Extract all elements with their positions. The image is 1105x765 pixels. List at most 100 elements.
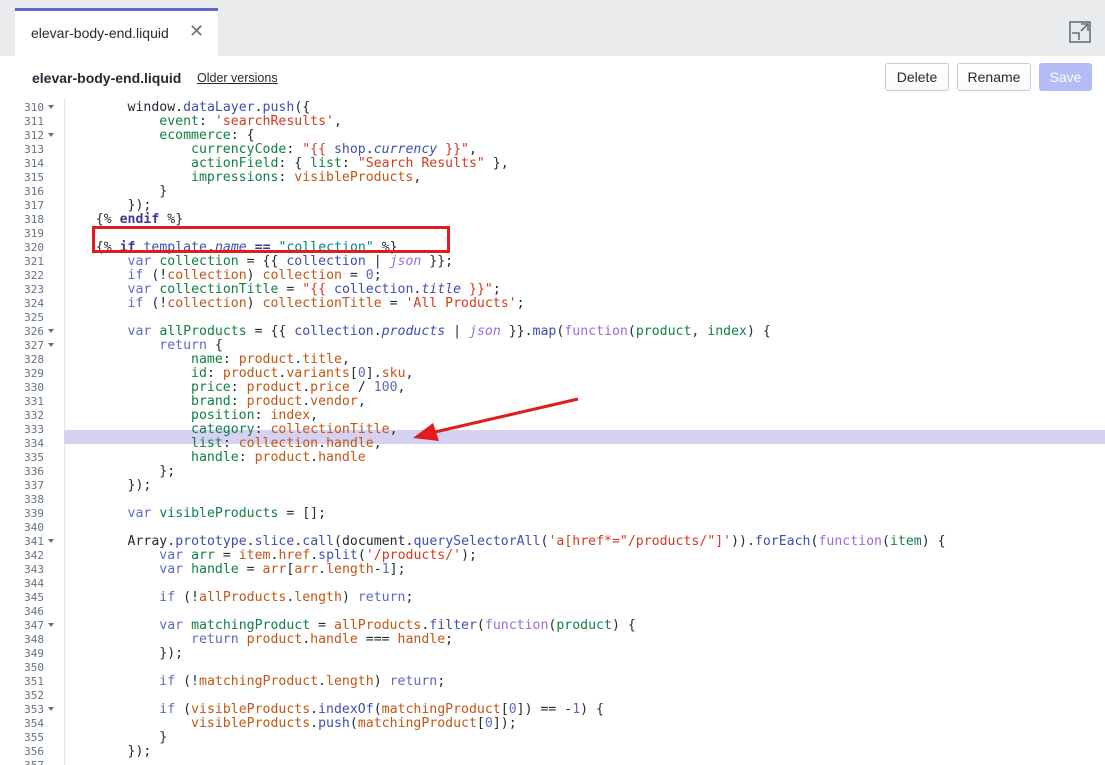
expand-icon[interactable] — [1068, 20, 1092, 44]
code-line[interactable]: 313 currencyCode: "{{ shop.currency }}", — [0, 143, 1105, 157]
fold-icon[interactable] — [48, 707, 54, 711]
code-text: } — [64, 730, 168, 745]
code-text: if (visibleProducts.indexOf(matchingProd… — [159, 702, 604, 717]
code-line[interactable]: 325 — [0, 311, 1105, 325]
code-line[interactable]: 351 if (!matchingProduct.length) return; — [0, 675, 1105, 689]
code-text: }; — [64, 464, 176, 479]
code-text: return { — [159, 338, 223, 353]
line-number: 337 — [24, 479, 44, 492]
code-line[interactable]: 335 handle: product.handle — [0, 451, 1105, 465]
code-line[interactable]: 356 }); — [0, 745, 1105, 759]
line-number: 344 — [24, 577, 44, 590]
code-line[interactable]: 350 — [0, 661, 1105, 675]
code-line[interactable]: 340 — [0, 521, 1105, 535]
close-icon[interactable]: ✕ — [189, 22, 204, 40]
fold-icon[interactable] — [48, 623, 54, 627]
code-line[interactable]: 316 } — [0, 185, 1105, 199]
annotation-box — [92, 226, 450, 253]
code-text: price: product.price / 100, — [191, 380, 406, 395]
code-line[interactable]: 346 — [0, 605, 1105, 619]
code-text: }); — [64, 478, 152, 493]
code-line[interactable]: 312 ecommerce: { — [0, 129, 1105, 143]
line-number: 356 — [24, 745, 44, 758]
code-line[interactable]: 347 var matchingProduct = allProducts.fi… — [0, 619, 1105, 633]
code-line[interactable]: 337 }); — [0, 479, 1105, 493]
code-text: id: product.variants[0].sku, — [191, 366, 414, 381]
code-line[interactable]: 357 — [0, 759, 1105, 765]
fold-icon[interactable] — [48, 105, 54, 109]
code-line[interactable]: 349 }); — [0, 647, 1105, 661]
line-number: 345 — [24, 591, 44, 604]
code-line[interactable]: 353 if (visibleProducts.indexOf(matching… — [0, 703, 1105, 717]
code-line[interactable]: 343 var handle = arr[arr.length-1]; — [0, 563, 1105, 577]
code-line[interactable]: 326 var allProducts = {{ collection.prod… — [0, 325, 1105, 339]
code-line[interactable]: 354 visibleProducts.push(matchingProduct… — [0, 717, 1105, 731]
code-line[interactable]: 342 var arr = item.href.split('/products… — [0, 549, 1105, 563]
fold-icon[interactable] — [48, 133, 54, 137]
code-line[interactable]: 322 if (!collection) collection = 0; — [0, 269, 1105, 283]
code-line[interactable]: 336 }; — [0, 465, 1105, 479]
line-number: 315 — [24, 171, 44, 184]
code-line[interactable]: 317 }); — [0, 199, 1105, 213]
code-line[interactable]: 355 } — [0, 731, 1105, 745]
code-line[interactable]: 324 if (!collection) collectionTitle = '… — [0, 297, 1105, 311]
code-line[interactable]: 329 id: product.variants[0].sku, — [0, 367, 1105, 381]
code-text: var allProducts = {{ collection.products… — [127, 324, 771, 339]
code-line[interactable]: 345 if (!allProducts.length) return; — [0, 591, 1105, 605]
code-line[interactable]: 348 return product.handle === handle; — [0, 633, 1105, 647]
line-number: 341 — [24, 535, 44, 548]
code-text: category: collectionTitle, — [191, 422, 398, 437]
tab-elevar-body-end[interactable]: elevar-body-end.liquid ✕ — [15, 8, 218, 56]
code-text: visibleProducts.push(matchingProduct[0])… — [191, 716, 517, 731]
code-line[interactable]: 338 — [0, 493, 1105, 507]
rename-button[interactable]: Rename — [957, 63, 1031, 91]
code-text: var visibleProducts = []; — [127, 506, 327, 521]
code-line[interactable]: 328 name: product.title, — [0, 353, 1105, 367]
code-text: {% endif %} — [95, 212, 184, 227]
line-number: 311 — [24, 115, 44, 128]
code-line[interactable]: 352 — [0, 689, 1105, 703]
code-line[interactable]: 327 return { — [0, 339, 1105, 353]
line-number: 339 — [24, 507, 44, 520]
code-text: var collection = {{ collection | json }}… — [127, 254, 454, 269]
code-text: if (!matchingProduct.length) return; — [159, 674, 446, 689]
code-line[interactable]: 315 impressions: visibleProducts, — [0, 171, 1105, 185]
fold-icon[interactable] — [48, 539, 54, 543]
line-number: 352 — [24, 689, 44, 702]
line-number: 330 — [24, 381, 44, 394]
code-text: ecommerce: { — [159, 128, 255, 143]
code-line[interactable]: 318 {% endif %} — [0, 213, 1105, 227]
line-number: 316 — [24, 185, 44, 198]
code-line[interactable]: 321 var collection = {{ collection | jso… — [0, 255, 1105, 269]
code-text: }); — [64, 198, 152, 213]
code-line[interactable]: 341 Array.prototype.slice.call(document.… — [0, 535, 1105, 549]
line-number: 323 — [24, 283, 44, 296]
code-line[interactable]: 323 var collectionTitle = "{{ collection… — [0, 283, 1105, 297]
line-number: 314 — [24, 157, 44, 170]
code-text: var matchingProduct = allProducts.filter… — [159, 618, 636, 633]
line-number: 313 — [24, 143, 44, 156]
delete-button[interactable]: Delete — [885, 63, 949, 91]
code-line[interactable]: 310 window.dataLayer.push({ — [0, 101, 1105, 115]
code-line[interactable]: 344 — [0, 577, 1105, 591]
older-versions-link[interactable]: Older versions — [197, 71, 278, 85]
fold-icon[interactable] — [48, 329, 54, 333]
code-text: Array.prototype.slice.call(document.quer… — [127, 534, 946, 549]
code-line[interactable]: 314 actionField: { list: "Search Results… — [0, 157, 1105, 171]
line-number: 327 — [24, 339, 44, 352]
code-line[interactable]: 311 event: 'searchResults', — [0, 115, 1105, 129]
code-line[interactable]: 339 var visibleProducts = []; — [0, 507, 1105, 521]
line-number: 333 — [24, 423, 44, 436]
line-number: 324 — [24, 297, 44, 310]
code-text: handle: product.handle — [191, 450, 366, 465]
fold-icon[interactable] — [48, 343, 54, 347]
code-text: position: index, — [191, 408, 319, 423]
code-text: actionField: { list: "Search Results" }, — [191, 156, 509, 171]
save-button[interactable]: Save — [1039, 63, 1092, 91]
line-number: 334 — [24, 437, 44, 450]
code-text: var arr = item.href.split('/products/'); — [159, 548, 477, 563]
line-number: 348 — [24, 633, 44, 646]
code-text: if (!collection) collection = 0; — [127, 268, 382, 283]
code-editor[interactable]: 310 window.dataLayer.push({311 event: 's… — [0, 98, 1105, 765]
code-text: event: 'searchResults', — [159, 114, 342, 129]
